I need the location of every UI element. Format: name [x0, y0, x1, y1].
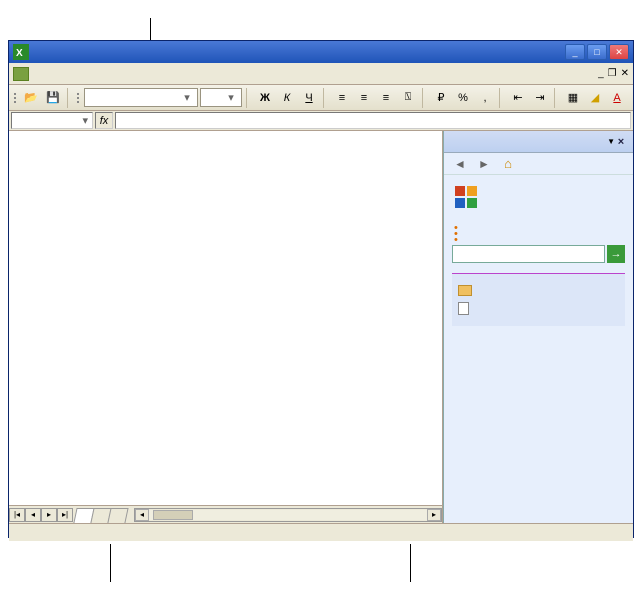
formula-bar[interactable]	[115, 112, 631, 129]
align-right-icon[interactable]: ≡	[376, 88, 396, 108]
name-box[interactable]: ▾	[11, 112, 93, 129]
home-icon[interactable]: ⌂	[498, 156, 518, 172]
font-color-icon[interactable]: A	[607, 88, 627, 108]
comma-icon[interactable]: ,	[475, 88, 495, 108]
toolbar-standard: 📂 💾 ▾ ▾ Ж К Ч ≡ ≡ ≡ ⍂ ₽ % ,	[9, 85, 633, 111]
currency-icon[interactable]: ₽	[431, 88, 451, 108]
font-picker[interactable]: ▾	[84, 88, 198, 107]
mdi-restore[interactable]: ❐	[608, 68, 617, 79]
folder-icon	[458, 285, 472, 296]
menu-help[interactable]	[165, 72, 181, 76]
tab-prev-icon[interactable]: ◂	[25, 508, 41, 522]
chevron-down-icon: ▾	[180, 91, 194, 104]
tab-next-icon[interactable]: ▸	[41, 508, 57, 522]
fill-color-icon[interactable]: ◢	[585, 88, 605, 108]
scroll-left-icon[interactable]: ◂	[135, 509, 149, 521]
tab-first-icon[interactable]: |◂	[9, 508, 25, 522]
excel-window: X _ □ ✕ _ ❐ ✕	[8, 40, 634, 538]
percent-icon[interactable]: %	[453, 88, 473, 108]
bold-button[interactable]: Ж	[255, 88, 275, 108]
fx-button[interactable]: fx	[95, 112, 113, 129]
align-center-icon[interactable]: ≡	[354, 88, 374, 108]
align-left-icon[interactable]: ≡	[332, 88, 352, 108]
office-online-link[interactable]	[452, 231, 625, 237]
merge-center-icon[interactable]: ⍂	[398, 88, 418, 108]
search-go-button[interactable]: →	[607, 245, 625, 263]
menu-format[interactable]	[101, 72, 117, 76]
menu-view[interactable]	[69, 72, 85, 76]
borders-icon[interactable]: ▦	[563, 88, 583, 108]
menu-edit[interactable]	[53, 72, 69, 76]
minimize-button[interactable]: _	[565, 44, 585, 60]
search-input[interactable]	[452, 245, 605, 263]
menu-window[interactable]	[149, 72, 165, 76]
office-online-logo	[454, 185, 625, 209]
menu-insert[interactable]	[85, 72, 101, 76]
increase-indent-icon[interactable]: ⇥	[530, 88, 550, 108]
open-icon[interactable]: 📂	[21, 88, 41, 108]
close-icon[interactable]: ×	[615, 136, 627, 148]
mdi-minimize[interactable]: _	[598, 68, 604, 79]
titlebar[interactable]: X _ □ ✕	[9, 41, 633, 63]
excel-icon: X	[13, 44, 29, 60]
tab-last-icon[interactable]: ▸|	[57, 508, 73, 522]
forward-icon[interactable]: ►	[474, 156, 494, 172]
callout-line	[110, 544, 111, 582]
svg-text:X: X	[16, 48, 23, 59]
menubar: _ ❐ ✕	[9, 63, 633, 85]
back-icon[interactable]: ◄	[450, 156, 470, 172]
menu-file[interactable]	[37, 72, 53, 76]
scroll-right-icon[interactable]: ▸	[427, 509, 441, 521]
callout-line	[410, 544, 411, 582]
status-bar	[9, 523, 633, 541]
task-pane: ▼ × ◄ ► ⌂	[443, 131, 633, 523]
toolbar-grip[interactable]	[13, 93, 19, 103]
sheet-tab[interactable]	[107, 508, 128, 523]
chevron-down-icon[interactable]: ▼	[607, 137, 615, 146]
open-link[interactable]	[458, 282, 619, 299]
menu-data[interactable]	[133, 72, 149, 76]
horizontal-scrollbar[interactable]: ◂ ▸	[134, 508, 442, 522]
italic-button[interactable]: К	[277, 88, 297, 108]
menu-tools[interactable]	[117, 72, 133, 76]
formula-bar-row: ▾ fx	[9, 111, 633, 131]
font-size-picker[interactable]: ▾	[200, 88, 242, 107]
underline-button[interactable]: Ч	[299, 88, 319, 108]
maximize-button[interactable]: □	[587, 44, 607, 60]
save-icon[interactable]: 💾	[43, 88, 63, 108]
workbook-icon[interactable]	[13, 67, 29, 81]
toolbar-grip[interactable]	[76, 93, 82, 103]
chevron-down-icon: ▾	[224, 91, 238, 104]
worksheet-grid[interactable]	[9, 131, 442, 505]
close-button[interactable]: ✕	[609, 44, 629, 60]
mdi-close[interactable]: ✕	[621, 68, 629, 79]
decrease-indent-icon[interactable]: ⇤	[508, 88, 528, 108]
document-icon	[458, 302, 469, 315]
create-workbook-link[interactable]	[458, 299, 619, 318]
office-icon	[454, 185, 480, 209]
chevron-down-icon: ▾	[82, 114, 88, 127]
